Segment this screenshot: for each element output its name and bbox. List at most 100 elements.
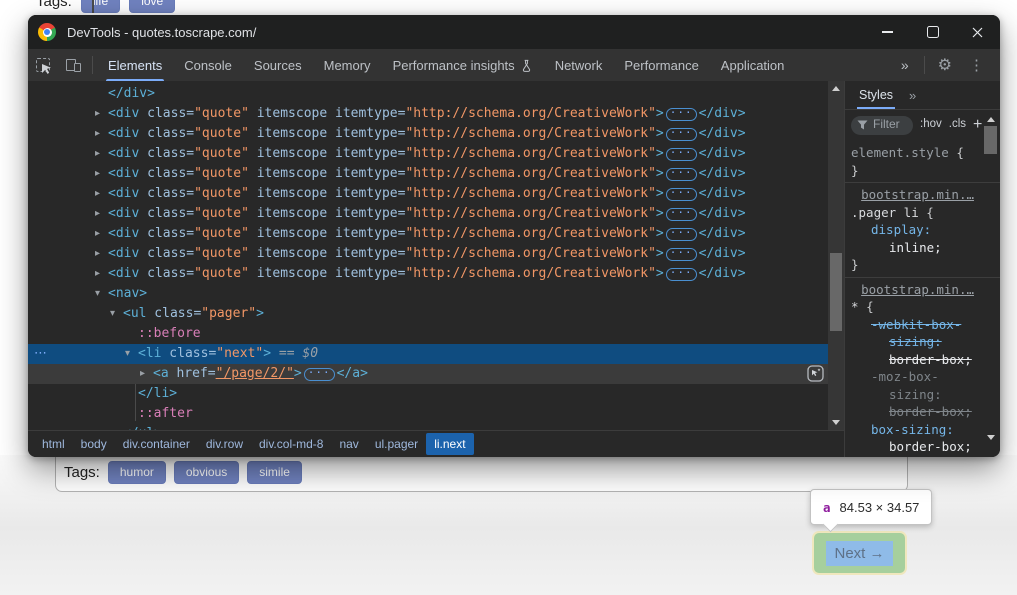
ellipsis-icon[interactable]: ··· xyxy=(666,128,697,141)
tree-row[interactable]: ▸<div class="quote" itemscope itemtype="… xyxy=(28,264,828,284)
tree-row[interactable]: ▸<div class="quote" itemscope itemtype="… xyxy=(28,104,828,124)
tree-row[interactable]: ⋯▾<li class="next"> == $0 xyxy=(28,344,828,364)
tree-row[interactable]: ::before xyxy=(28,324,828,344)
breadcrumb-item-div-col-md-8[interactable]: div.col-md-8 xyxy=(251,433,331,455)
chevron-down-icon[interactable]: ▾ xyxy=(125,344,138,364)
chevron-right-icon[interactable]: ▸ xyxy=(95,184,108,204)
tab-label: Performance insights xyxy=(393,58,515,73)
node-menu-dots-icon[interactable]: ⋯ xyxy=(34,344,47,364)
ellipsis-icon[interactable]: ··· xyxy=(666,228,697,241)
tree-row[interactable]: ▸<div class="quote" itemscope itemtype="… xyxy=(28,244,828,264)
breadcrumb-item-html[interactable]: html xyxy=(34,433,73,455)
tree-row[interactable]: ▸<div class="quote" itemscope itemtype="… xyxy=(28,164,828,184)
chevron-right-icon[interactable]: ▸ xyxy=(95,204,108,224)
tag-pill-life[interactable]: life xyxy=(81,0,120,13)
tree-row[interactable]: ▸<div class="quote" itemscope itemtype="… xyxy=(28,124,828,144)
more-tabs-icon[interactable]: » xyxy=(891,57,920,73)
scroll-down-icon[interactable] xyxy=(987,435,995,440)
style-token: .pager li xyxy=(851,205,919,220)
minimize-button[interactable] xyxy=(865,15,910,49)
chevron-right-icon[interactable]: ▸ xyxy=(95,224,108,244)
tree-row[interactable]: ▾<ul class="pager"> xyxy=(28,304,828,324)
tree-row[interactable]: ▸<div class="quote" itemscope itemtype="… xyxy=(28,184,828,204)
maximize-button[interactable] xyxy=(910,15,955,49)
tab-performance[interactable]: Performance xyxy=(613,49,709,81)
tree-row[interactable]: ▾<nav> xyxy=(28,284,828,304)
elements-panel: </div>▸<div class="quote" itemscope item… xyxy=(28,81,844,430)
scroll-up-icon[interactable] xyxy=(987,117,995,122)
code-token: </li> xyxy=(138,386,177,401)
tree-row[interactable]: ::after xyxy=(28,404,828,424)
chevron-right-icon[interactable]: ▸ xyxy=(95,124,108,144)
ellipsis-icon[interactable]: ··· xyxy=(304,368,335,381)
scroll-thumb[interactable] xyxy=(830,253,842,331)
breadcrumb-item-body[interactable]: body xyxy=(73,433,115,455)
chevron-right-icon[interactable]: ▸ xyxy=(140,364,153,384)
style-token: sizing: xyxy=(889,387,942,402)
tab-styles[interactable]: Styles xyxy=(859,81,893,109)
filter-input[interactable]: Filter xyxy=(851,116,913,135)
ellipsis-icon[interactable]: ··· xyxy=(666,148,697,161)
tree-row[interactable]: </ul> xyxy=(28,424,828,430)
tag-pill-simile[interactable]: simile xyxy=(247,461,302,484)
chevron-down-icon[interactable]: ▾ xyxy=(110,304,123,324)
tab-console[interactable]: Console xyxy=(173,49,243,81)
stylesheet-source-link[interactable]: bootstrap.min.… xyxy=(861,282,974,297)
scroll-thumb[interactable] xyxy=(984,126,997,154)
scroll-up-icon[interactable] xyxy=(832,86,840,91)
tree-row[interactable]: ▸<div class="quote" itemscope itemtype="… xyxy=(28,144,828,164)
breadcrumb-item-li-next[interactable]: li.next xyxy=(426,433,473,455)
tab-application[interactable]: Application xyxy=(710,49,796,81)
breadcrumb-item-div-row[interactable]: div.row xyxy=(198,433,251,455)
stylesheet-source-link[interactable]: bootstrap.min.… xyxy=(861,187,974,202)
bottom-tag-pills: humor obvious simile xyxy=(108,461,302,484)
code-token: </div> xyxy=(699,246,746,261)
tree-row[interactable]: ▸<div class="quote" itemscope itemtype="… xyxy=(28,204,828,224)
code-token: <div xyxy=(108,226,139,241)
chevron-right-icon[interactable]: ▸ xyxy=(95,144,108,164)
menu-dots-icon[interactable]: ⋮ xyxy=(961,56,992,74)
inspect-icon xyxy=(36,58,50,72)
tab-performance-insights[interactable]: Performance insights xyxy=(382,49,544,81)
tab-network[interactable]: Network xyxy=(544,49,614,81)
settings-gear-icon[interactable]: ⚙ xyxy=(929,55,961,75)
new-style-rule-button[interactable]: + xyxy=(973,117,982,133)
tree-row[interactable]: ▸<a href="/page/2/">···</a> xyxy=(28,364,828,384)
tag-pill-love[interactable]: love xyxy=(129,0,175,13)
tab-sources[interactable]: Sources xyxy=(243,49,313,81)
tab-memory[interactable]: Memory xyxy=(313,49,382,81)
chevron-right-icon[interactable]: ▸ xyxy=(95,244,108,264)
tag-pill-humor[interactable]: humor xyxy=(108,461,166,484)
tree-row[interactable]: </li> xyxy=(28,384,828,404)
class-toggle-button[interactable]: .cls xyxy=(949,116,966,134)
ellipsis-icon[interactable]: ··· xyxy=(666,108,697,121)
device-toolbar-button[interactable] xyxy=(58,49,88,81)
tab-label: Memory xyxy=(324,58,371,73)
tab-elements[interactable]: Elements xyxy=(97,49,173,81)
ellipsis-icon[interactable]: ··· xyxy=(666,248,697,261)
close-button[interactable] xyxy=(955,15,1000,49)
chevron-right-icon[interactable]: ▸ xyxy=(95,104,108,124)
ellipsis-icon[interactable]: ··· xyxy=(666,268,697,281)
ellipsis-icon[interactable]: ··· xyxy=(666,168,697,181)
pseudo-state-button[interactable]: :hov xyxy=(920,116,942,134)
style-token: border-box; xyxy=(889,404,972,419)
ellipsis-icon[interactable]: ··· xyxy=(666,208,697,221)
styles-more-tabs-icon[interactable]: » xyxy=(909,88,917,103)
next-link-label: Next → xyxy=(834,545,884,562)
chevron-right-icon[interactable]: ▸ xyxy=(95,264,108,284)
breadcrumb-item-div-container[interactable]: div.container xyxy=(115,433,198,455)
code-token: "quote" xyxy=(194,146,249,161)
tag-pill-obvious[interactable]: obvious xyxy=(174,461,239,484)
ellipsis-icon[interactable]: ··· xyxy=(666,188,697,201)
scroll-down-icon[interactable] xyxy=(832,420,840,425)
chevron-right-icon[interactable]: ▸ xyxy=(95,164,108,184)
tree-row[interactable]: ▸<div class="quote" itemscope itemtype="… xyxy=(28,224,828,244)
top-tag-pills: life love xyxy=(81,0,175,13)
chevron-down-icon[interactable]: ▾ xyxy=(95,284,108,304)
breadcrumb-item-nav[interactable]: nav xyxy=(331,433,366,455)
inspect-element-button[interactable] xyxy=(28,49,58,81)
tree-row[interactable]: </div> xyxy=(28,84,828,104)
next-link[interactable]: Next → xyxy=(826,541,893,566)
breadcrumb-item-ul-pager[interactable]: ul.pager xyxy=(367,433,426,455)
